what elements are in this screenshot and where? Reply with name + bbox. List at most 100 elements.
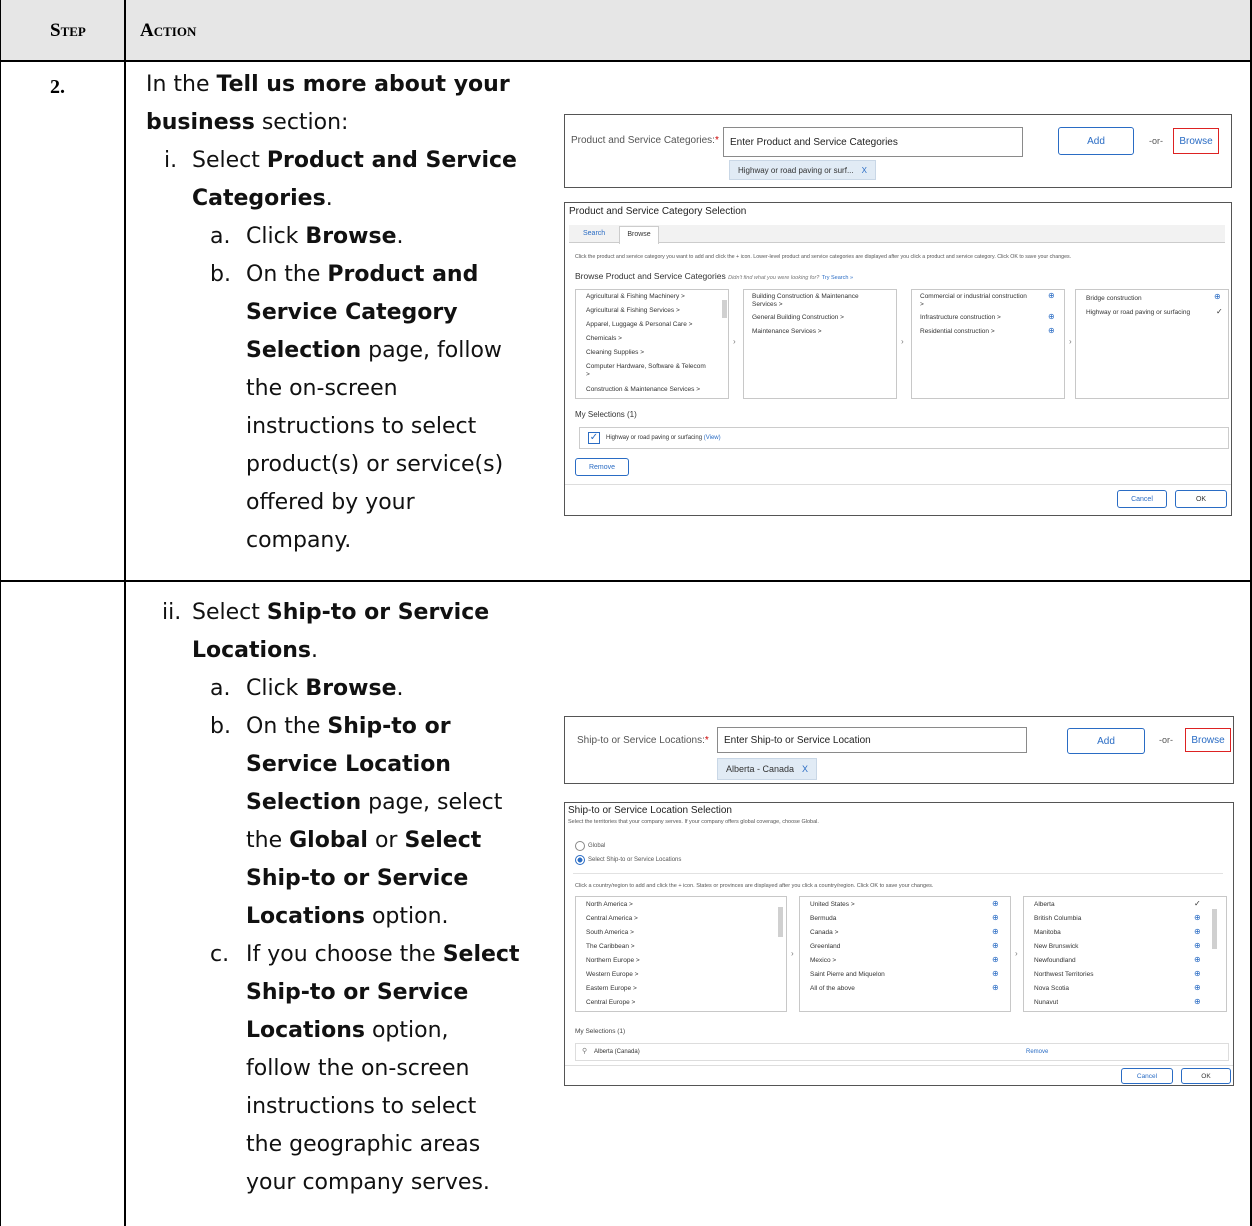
add-icon[interactable]: ⊕	[992, 927, 999, 936]
list-item[interactable]: Central America >	[586, 915, 638, 922]
selection-checkbox[interactable]: ✓	[588, 432, 600, 444]
list-item[interactable]: Computer Hardware, Software & Telecom	[586, 363, 706, 370]
cancel-button[interactable]: Cancel	[1117, 490, 1167, 508]
list-item[interactable]: Residential construction >	[920, 328, 995, 335]
step-b-line4: the on-screen	[246, 376, 398, 401]
view-link[interactable]: (View)	[704, 435, 721, 441]
add-icon[interactable]: ⊕	[992, 969, 999, 978]
list-item[interactable]: Maintenance Services >	[752, 328, 822, 335]
list-item[interactable]: Northwest Territories	[1034, 971, 1093, 978]
remove-tag-icon[interactable]: X	[862, 166, 867, 175]
browse-heading: Browse Product and Service Categories Di…	[575, 271, 853, 281]
list-item[interactable]: Bermuda	[810, 915, 836, 922]
step-b: b. On the Ship-to or	[210, 714, 451, 739]
dialog-subtitle: Select the territories that your company…	[568, 819, 819, 825]
list-item[interactable]: South America >	[586, 929, 634, 936]
list-item[interactable]: >	[586, 371, 590, 378]
selected-location-tag: Alberta - Canada X	[717, 758, 818, 780]
list-item[interactable]: Central Europe >	[586, 999, 635, 1009]
list-item[interactable]: Commercial or industrial construction	[920, 293, 1027, 300]
add-icon[interactable]: ⊕	[1194, 941, 1201, 950]
add-icon[interactable]: ⊕	[1194, 997, 1201, 1006]
list-item[interactable]: >	[920, 301, 924, 308]
list-item[interactable]: Chemicals >	[586, 335, 622, 342]
browse-link[interactable]: Browse	[1185, 728, 1231, 752]
add-icon[interactable]: ⊕	[992, 913, 999, 922]
scrollbar[interactable]	[1212, 909, 1217, 949]
step-b-line5: Ship-to or Service	[246, 866, 469, 891]
list-item[interactable]: Highway or road paving or surfacing	[1086, 309, 1190, 316]
add-icon[interactable]: ⊕	[1194, 955, 1201, 964]
scrollbar[interactable]	[778, 907, 783, 937]
add-icon[interactable]: ⊕	[992, 899, 999, 908]
list-item[interactable]: Building Construction & Maintenance	[752, 293, 859, 300]
radio-unchecked-icon[interactable]	[575, 841, 585, 851]
list-item[interactable]: The Caribbean >	[586, 943, 635, 950]
add-icon[interactable]: ⊕	[1194, 969, 1201, 978]
list-item[interactable]: Northern Europe >	[586, 957, 640, 964]
row2-instructions: ii. Select Ship-to or Service Locations. …	[146, 594, 546, 1202]
list-item[interactable]: Nunavut	[1034, 999, 1058, 1009]
remove-link[interactable]: Remove	[1026, 1049, 1048, 1055]
add-icon[interactable]: ⊕	[1048, 291, 1055, 300]
list-item[interactable]: Agricultural & Fishing Services >	[586, 307, 680, 314]
list-item[interactable]: Eastern Europe >	[586, 985, 637, 992]
add-icon[interactable]: ⊕	[992, 983, 999, 992]
add-button[interactable]: Add	[1067, 728, 1145, 754]
add-icon[interactable]: ⊕	[1048, 312, 1055, 321]
add-icon[interactable]: ⊕	[1194, 983, 1201, 992]
add-icon[interactable]: ⊕	[1048, 326, 1055, 335]
add-icon[interactable]: ⊕	[1194, 913, 1201, 922]
tab-search[interactable]: Search	[583, 230, 605, 237]
list-item[interactable]: All of the above	[810, 985, 855, 992]
cancel-button[interactable]: Cancel	[1121, 1068, 1173, 1084]
list-item[interactable]: Western Europe >	[586, 971, 638, 978]
list-item[interactable]: Manitoba	[1034, 929, 1061, 936]
list-item[interactable]: Infrastructure construction >	[920, 314, 1001, 321]
tab-browse[interactable]: Browse	[619, 226, 659, 244]
add-icon[interactable]: ⊕	[992, 941, 999, 950]
try-search-link[interactable]: Try Search »	[822, 275, 853, 281]
list-item[interactable]: North America >	[586, 901, 633, 908]
list-item[interactable]: General Building Construction >	[752, 314, 844, 321]
list-item[interactable]: Saint Pierre and Miquelon	[810, 971, 885, 978]
step-b-line4: the Global or Select	[246, 828, 482, 853]
ok-button[interactable]: OK	[1181, 1068, 1231, 1084]
remove-button[interactable]: Remove	[575, 458, 629, 476]
scrollbar[interactable]	[722, 300, 727, 318]
or-text: -or-	[1159, 735, 1173, 745]
add-icon[interactable]: ⊕	[1214, 292, 1221, 301]
list-item[interactable]: New Brunswick	[1034, 943, 1078, 950]
list-item[interactable]: Apparel, Luggage & Personal Care >	[586, 321, 692, 328]
list-item[interactable]: British Columbia	[1034, 915, 1081, 922]
add-icon[interactable]: ⊕	[1194, 927, 1201, 936]
list-item[interactable]: Alberta	[1034, 901, 1055, 908]
list-item[interactable]: Cleaning Supplies >	[586, 349, 644, 356]
add-button[interactable]: Add	[1058, 127, 1134, 155]
option-global[interactable]: Global	[575, 841, 605, 851]
dialog-title: Product and Service Category Selection	[569, 206, 747, 217]
locations-input[interactable]: Enter Ship-to or Service Location	[717, 727, 1027, 753]
categories-label: Product and Service Categories:*	[571, 135, 719, 146]
step-b-line7: offered by your	[246, 490, 415, 515]
chevron-right-icon: ›	[1069, 337, 1072, 346]
list-item[interactable]: Agricultural & Fishing Machinery >	[586, 293, 685, 300]
browse-link[interactable]: Browse	[1173, 128, 1219, 154]
list-item[interactable]: Canada >	[810, 929, 838, 936]
step-i-cont: Categories.	[192, 186, 333, 211]
list-item[interactable]: Newfoundland	[1034, 957, 1076, 964]
list-item[interactable]: United States >	[810, 901, 855, 908]
add-icon[interactable]: ⊕	[992, 955, 999, 964]
list-item[interactable]: Mexico >	[810, 957, 836, 964]
list-item[interactable]: Nova Scotia	[1034, 985, 1069, 992]
categories-input[interactable]: Enter Product and Service Categories	[723, 127, 1023, 157]
radio-checked-icon[interactable]	[575, 855, 585, 865]
option-select-locations[interactable]: Select Ship-to or Service Locations	[575, 855, 681, 865]
list-item[interactable]: Greenland	[810, 943, 840, 950]
list-item[interactable]: Bridge construction	[1086, 295, 1142, 302]
ok-button[interactable]: OK	[1175, 490, 1227, 508]
list-item[interactable]: Construction & Maintenance Services >	[586, 386, 700, 393]
list-item[interactable]: Services >	[752, 301, 783, 308]
location-selection-dialog: Ship-to or Service Location Selection Se…	[564, 802, 1234, 1086]
remove-tag-icon[interactable]: X	[802, 764, 808, 774]
